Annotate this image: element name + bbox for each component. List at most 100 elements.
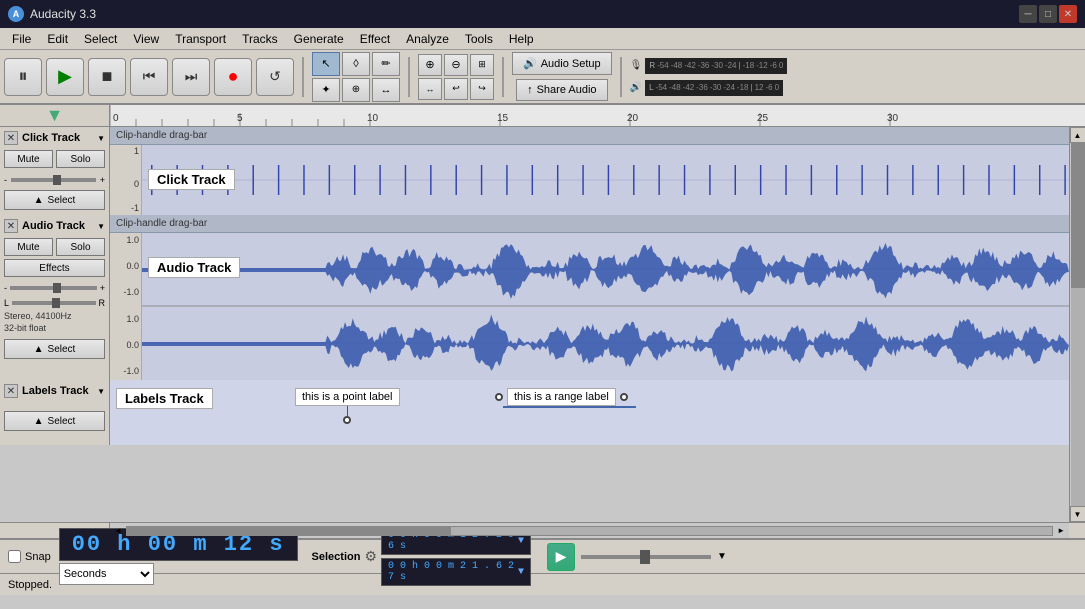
- selection-settings-icon[interactable]: ⚙: [364, 548, 377, 565]
- skip-fwd-button[interactable]: ⏭: [172, 58, 210, 96]
- zoom-undo-button[interactable]: ↩: [444, 78, 468, 100]
- separator-1: [302, 57, 304, 97]
- audio-track-name: Audio Track: [22, 220, 93, 232]
- menu-help[interactable]: Help: [501, 30, 542, 48]
- speed-menu-icon[interactable]: ▼: [717, 551, 727, 562]
- audio-track-effects-button[interactable]: Effects: [4, 259, 105, 277]
- vertical-scrollbar[interactable]: ▲ ▼: [1069, 127, 1085, 522]
- menu-tools[interactable]: Tools: [457, 30, 501, 48]
- audio-track-close[interactable]: ✕: [4, 219, 18, 233]
- window-controls: ─ □ ✕: [1019, 5, 1077, 23]
- menu-transport[interactable]: Transport: [167, 30, 234, 48]
- labels-track-controls: ✕ Labels Track ▼ ▲ Select: [0, 380, 110, 445]
- timeshift-tool-button[interactable]: ↔: [372, 78, 400, 102]
- audio-sample-rate: Stereo, 44100Hz: [4, 311, 105, 323]
- zoom-in-button[interactable]: ⊕: [418, 54, 442, 76]
- zoom-out-button[interactable]: ⊖: [444, 54, 468, 76]
- audio-track-name-overlay[interactable]: Audio Track: [148, 257, 240, 278]
- menu-file[interactable]: File: [4, 30, 39, 48]
- click-track-mute-button[interactable]: Mute: [4, 150, 53, 168]
- labels-track-name-overlay[interactable]: Labels Track: [116, 388, 213, 409]
- scrollbar-thumb[interactable]: [1071, 143, 1085, 288]
- zoom-redo-button[interactable]: ↪: [470, 78, 494, 100]
- skip-back-button[interactable]: ⏮: [130, 58, 168, 96]
- audio-setup-label: Audio Setup: [541, 58, 601, 70]
- pan-left-label: L: [4, 298, 9, 308]
- sel-end-arrow[interactable]: ▼: [518, 567, 524, 578]
- menu-select[interactable]: Select: [76, 30, 125, 48]
- range-label-box[interactable]: this is a range label: [507, 388, 616, 406]
- multitool-button[interactable]: ✦: [312, 78, 340, 102]
- audio-setup-button[interactable]: 🔊 Audio Setup: [512, 52, 612, 75]
- click-track-name-overlay[interactable]: Click Track: [148, 169, 235, 190]
- audio-gain-slider[interactable]: [10, 286, 97, 290]
- click-track-close[interactable]: ✕: [4, 131, 18, 145]
- audio-bit-depth: 32-bit float: [4, 323, 105, 335]
- click-track-menu[interactable]: ▼: [97, 134, 105, 143]
- menu-edit[interactable]: Edit: [39, 30, 76, 48]
- click-track-gain-slider[interactable]: [11, 178, 96, 182]
- menu-generate[interactable]: Generate: [286, 30, 352, 48]
- zoom-tool-button[interactable]: ⊕: [342, 78, 370, 102]
- scrollbar-down-button[interactable]: ▼: [1070, 506, 1085, 522]
- ruler-area: ▼ 0 5 10 15 20 25 30: [0, 105, 1085, 127]
- maximize-button[interactable]: □: [1039, 5, 1057, 23]
- h-scroll-right[interactable]: ►: [1053, 526, 1069, 535]
- select-tool-button[interactable]: ↖: [312, 52, 340, 76]
- h-scroll-left[interactable]: ◄: [110, 526, 126, 535]
- click-track-select-button[interactable]: ▲ Select: [4, 190, 105, 210]
- h-scrollbar-thumb[interactable]: [127, 527, 451, 535]
- point-label-box[interactable]: this is a point label: [295, 388, 400, 406]
- audio-track-menu[interactable]: ▼: [97, 222, 105, 231]
- pause-button[interactable]: ⏸: [4, 58, 42, 96]
- click-track-solo-button[interactable]: Solo: [56, 150, 105, 168]
- playback-play-button[interactable]: ▶: [547, 543, 575, 571]
- record-button[interactable]: ●: [214, 58, 252, 96]
- audio-pan-slider[interactable]: [12, 301, 95, 305]
- playback-speed-slider[interactable]: [581, 555, 711, 559]
- scrollbar-up-button[interactable]: ▲: [1070, 127, 1085, 143]
- menu-analyze[interactable]: Analyze: [398, 30, 457, 48]
- menu-tracks[interactable]: Tracks: [234, 30, 286, 48]
- play-button[interactable]: ▶: [46, 58, 84, 96]
- zoom-fit-button[interactable]: ⊞: [470, 54, 494, 76]
- labels-track-menu[interactable]: ▼: [97, 387, 105, 396]
- menu-effect[interactable]: Effect: [352, 30, 398, 48]
- share-audio-button[interactable]: ↑ Share Audio: [516, 79, 607, 101]
- audio-track-row: ✕ Audio Track ▼ Mute Solo Effects - +: [0, 215, 1069, 380]
- loop-button[interactable]: ↺: [256, 58, 294, 96]
- click-scale-top: 1: [134, 147, 139, 156]
- labels-track-close[interactable]: ✕: [4, 384, 18, 398]
- audio-pan-control: L R: [4, 298, 105, 308]
- svg-text:10: 10: [367, 113, 379, 124]
- audio-setup-area: 🔊 Audio Setup ↑ Share Audio: [512, 52, 612, 101]
- audio-track-waveform: Clip-handle drag-bar 1.0 0.0 -1.0 1.0 0.…: [110, 215, 1069, 380]
- snap-checkbox[interactable]: [8, 550, 21, 563]
- audio-track-select-button[interactable]: ▲ Select: [4, 339, 105, 359]
- share-audio-label: Share Audio: [537, 84, 597, 96]
- close-button[interactable]: ✕: [1059, 5, 1077, 23]
- title-left: A Audacity 3.3: [8, 6, 96, 22]
- snap-label[interactable]: Snap: [25, 551, 51, 563]
- status-text: Stopped.: [8, 579, 52, 591]
- app-icon: A: [8, 6, 24, 22]
- labels-track-header: ✕ Labels Track ▼: [4, 384, 105, 398]
- time-unit-select[interactable]: Seconds: [59, 563, 154, 585]
- audio-clip-handle[interactable]: Clip-handle drag-bar: [110, 215, 1069, 233]
- menu-view[interactable]: View: [125, 30, 167, 48]
- playback-meter-row: 🔊 L -54 -48 -42 -36 -30 -24 -18 | 12 -6 …: [630, 78, 788, 98]
- draw-tool-button[interactable]: ✏: [372, 52, 400, 76]
- minimize-button[interactable]: ─: [1019, 5, 1037, 23]
- zoom-sel-button[interactable]: ↔: [418, 78, 442, 100]
- labels-track-select-button[interactable]: ▲ Select: [4, 411, 105, 431]
- stop-button[interactable]: ■: [88, 58, 126, 96]
- audio-track-solo-button[interactable]: Solo: [56, 238, 105, 256]
- click-waveform-svg: // Generated via JS below: [142, 145, 1069, 215]
- envelope-tool-button[interactable]: ◊: [342, 52, 370, 76]
- audio-track-mute-button[interactable]: Mute: [4, 238, 53, 256]
- click-waveform-area: 1 0 -1 Click Track: [110, 145, 1069, 215]
- labels-track-name: Labels Track: [22, 385, 93, 397]
- snap-control: Snap: [8, 550, 51, 563]
- click-clip-handle[interactable]: Clip-handle drag-bar: [110, 127, 1069, 145]
- record-vu-display: R -54 -48 -42 -36 -30 -24 | -18 -12 -6 0: [645, 58, 787, 74]
